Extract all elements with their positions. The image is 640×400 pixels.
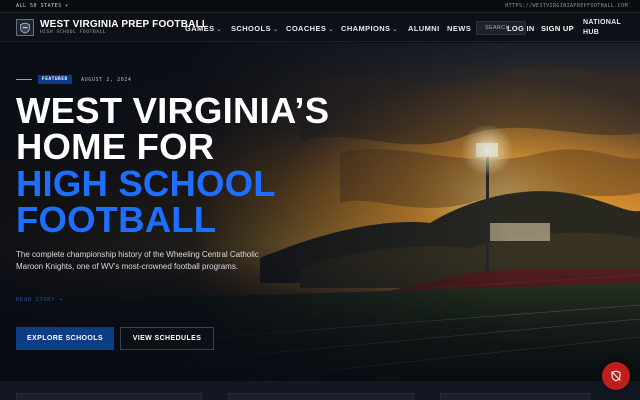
chevron-down-icon: ⌄ [328,27,334,33]
hero-title-line-2: HOME FOR [16,126,215,167]
login-link[interactable]: LOG IN [507,24,535,33]
chevron-down-icon: ⌄ [216,27,222,33]
nav-alumni[interactable]: ALUMNI [408,24,440,33]
feature-card[interactable] [440,393,590,400]
featured-badge: FEATURED [38,75,72,84]
view-schedules-button[interactable]: VIEW SCHEDULES [120,327,214,350]
chevron-down-icon: ⌄ [392,27,398,33]
site-logo[interactable] [16,19,34,36]
eyebrow-divider [16,79,32,80]
top-utility-bar: ALL 50 STATES ▾ HTTPS://WESTVIRGINIAPREP… [0,0,640,13]
feature-card[interactable] [228,393,414,400]
site-title[interactable]: WEST VIRGINIA PREP FOOTBALL [40,19,208,30]
nav-news[interactable]: NEWS [447,24,471,33]
main-nav: WEST VIRGINIA PREP FOOTBALL HIGH SCHOOL … [0,13,640,42]
site-url: HTTPS://WESTVIRGINIAPREPFOOTBALL.COM [505,3,628,9]
hub-line-1: NATIONAL [583,19,622,26]
nav-coaches-label: COACHES [286,24,327,33]
floating-action-button[interactable] [602,362,630,390]
hero-title-line-4: FOOTBALL [16,199,217,240]
read-story-link[interactable]: READ STORY → [16,297,63,303]
nav-games[interactable]: GAMES ⌄ [185,24,222,33]
signup-link[interactable]: SIGN UP [541,24,574,33]
explore-schools-button[interactable]: EXPLORE SCHOOLS [16,327,114,350]
hero-title-line-1: WEST VIRGINIA’S [16,90,330,131]
shield-logo-icon [20,22,30,33]
nav-games-label: GAMES [185,24,215,33]
hero-title-line-3: HIGH SCHOOL [16,163,276,204]
all-states-dropdown[interactable]: ALL 50 STATES ▾ [16,3,69,9]
nav-coaches[interactable]: COACHES ⌄ [286,24,334,33]
shield-off-icon [611,370,621,382]
national-hub-link[interactable]: NATIONAL HUB [583,18,621,38]
site-subtitle: HIGH SCHOOL FOOTBALL [40,30,107,35]
hero-bottom-fade [0,261,640,381]
hero-description: The complete championship history of the… [16,250,259,271]
feature-card[interactable] [16,393,202,400]
nav-schools[interactable]: SCHOOLS ⌄ [231,24,278,33]
chevron-down-icon: ⌄ [272,27,279,33]
nav-champions-label: CHAMPIONS [341,24,391,33]
nav-champions[interactable]: CHAMPIONS ⌄ [341,24,398,33]
hub-line-2: HUB [583,29,600,36]
feature-date: AUGUST 2, 2024 [81,77,132,83]
nav-schools-label: SCHOOLS [231,24,271,33]
